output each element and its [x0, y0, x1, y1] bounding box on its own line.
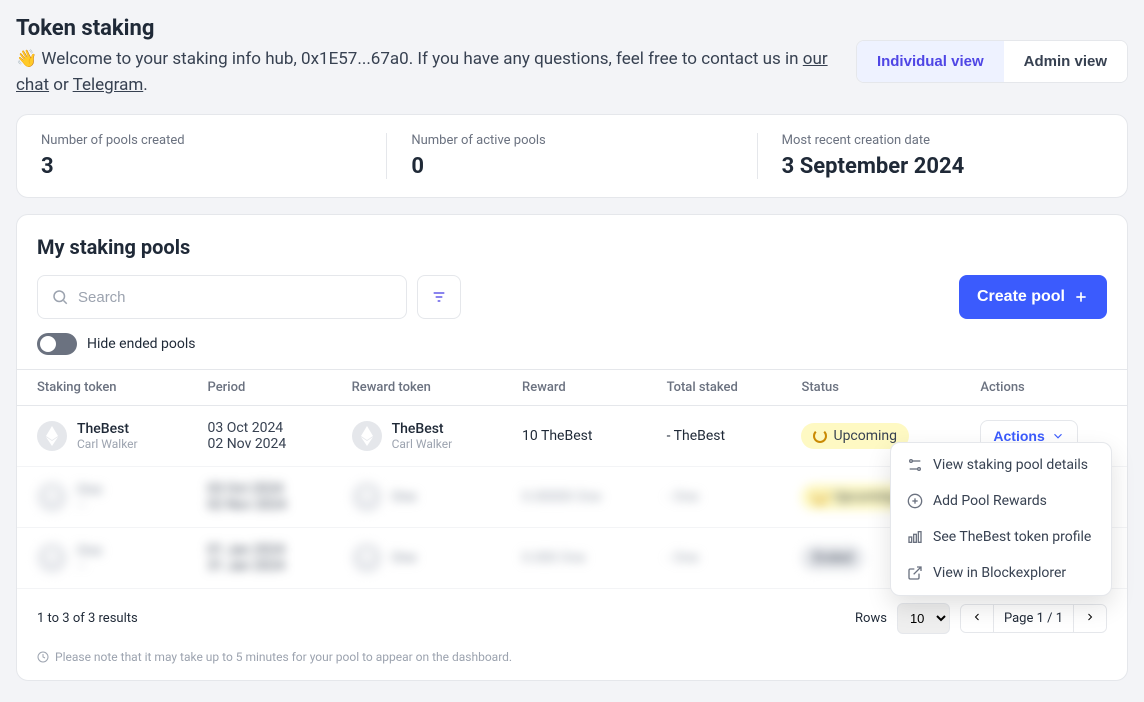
individual-view-button[interactable]: Individual view — [857, 41, 1004, 82]
next-page-button[interactable] — [1074, 605, 1106, 632]
prev-page-button[interactable] — [961, 605, 994, 632]
rows-select[interactable]: 10 — [897, 603, 950, 634]
page-title: Token staking — [16, 16, 832, 41]
footer-note: Please note that it may take up to 5 min… — [17, 644, 1127, 664]
ethereum-icon — [352, 482, 382, 512]
th-actions: Actions — [960, 370, 1127, 406]
ethereum-icon — [37, 543, 67, 573]
chevron-right-icon — [1084, 611, 1096, 623]
spinner-icon — [813, 429, 827, 443]
pools-title: My staking pools — [17, 235, 1127, 259]
dropdown-blockexplorer[interactable]: View in Blockexplorer — [891, 555, 1111, 591]
external-link-icon — [907, 565, 923, 581]
stat-label: Most recent creation date — [782, 133, 1103, 148]
plus-circle-icon — [907, 493, 923, 509]
details-icon — [907, 457, 923, 473]
chevron-left-icon — [971, 611, 983, 623]
chevron-down-icon — [1051, 429, 1065, 443]
ethereum-icon — [352, 421, 382, 451]
th-reward: Reward — [502, 370, 647, 406]
th-period: Period — [187, 370, 331, 406]
ethereum-icon — [352, 543, 382, 573]
filter-icon — [431, 289, 447, 305]
hide-ended-label: Hide ended pools — [87, 336, 196, 352]
welcome-text: 👋 Welcome to your staking info hub, 0x1E… — [16, 47, 832, 98]
reward-cell: 10 TheBest — [502, 406, 647, 467]
staking-token-name: TheBest — [77, 421, 138, 437]
results-text: 1 to 3 of 3 results — [37, 611, 138, 626]
actions-dropdown: View staking pool details Add Pool Rewar… — [890, 442, 1112, 596]
staking-token-sub: Carl Walker — [77, 437, 138, 451]
create-pool-button[interactable]: Create pool — [959, 275, 1107, 319]
chart-icon — [907, 529, 923, 545]
clock-icon — [37, 651, 49, 663]
stat-label: Number of active pools — [411, 133, 732, 148]
th-reward-token: Reward token — [332, 370, 502, 406]
stat-value: 0 — [411, 154, 732, 179]
plus-icon — [1073, 289, 1089, 305]
search-input[interactable] — [37, 275, 407, 319]
dropdown-add-rewards[interactable]: Add Pool Rewards — [891, 483, 1111, 519]
ethereum-icon — [37, 421, 67, 451]
stat-label: Number of pools created — [41, 133, 362, 148]
dropdown-token-profile[interactable]: See TheBest token profile — [891, 519, 1111, 555]
search-icon — [51, 288, 69, 306]
page-indicator: Page 1 / 1 — [994, 605, 1074, 632]
reward-token-sub: Carl Walker — [392, 437, 453, 451]
total-staked-cell: - TheBest — [647, 406, 782, 467]
th-status: Status — [781, 370, 960, 406]
ethereum-icon — [37, 482, 67, 512]
rows-label: Rows — [855, 611, 887, 626]
view-toggle: Individual view Admin view — [856, 40, 1128, 83]
period-from: 03 Oct 2024 — [207, 420, 311, 436]
dropdown-view-details[interactable]: View staking pool details — [891, 447, 1111, 483]
hide-ended-toggle[interactable] — [37, 333, 77, 355]
stat-value: 3 — [41, 154, 362, 179]
stat-value: 3 September 2024 — [782, 154, 1103, 179]
period-to: 02 Nov 2024 — [207, 436, 311, 452]
filter-button[interactable] — [417, 275, 461, 319]
stats-card: Number of pools created 3 Number of acti… — [16, 114, 1128, 198]
telegram-link[interactable]: Telegram — [73, 75, 144, 95]
reward-token-name: TheBest — [392, 421, 453, 437]
admin-view-button[interactable]: Admin view — [1004, 41, 1127, 82]
th-total-staked: Total staked — [647, 370, 782, 406]
th-staking-token: Staking token — [17, 370, 187, 406]
